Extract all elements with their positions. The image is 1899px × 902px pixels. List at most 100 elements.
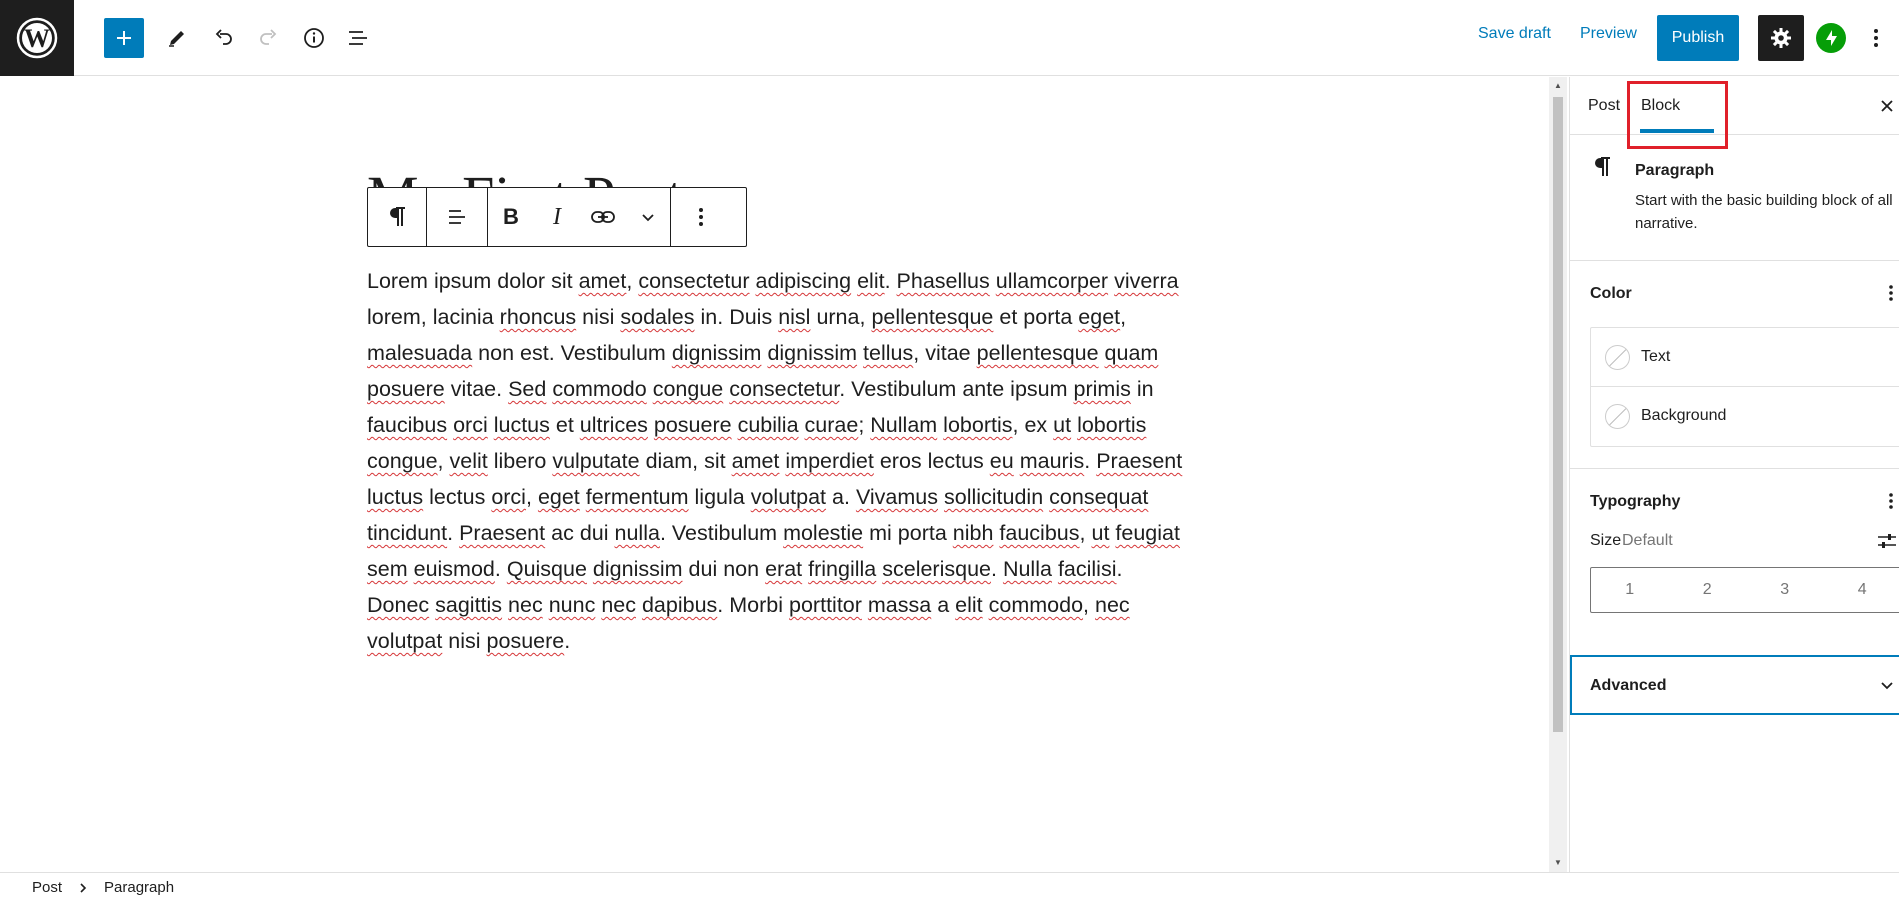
spellcheck-word[interactable]: consectetur <box>729 377 839 401</box>
editor-canvas[interactable]: My First Post B I Lorem ipsum dolor sit … <box>0 77 1549 872</box>
spellcheck-word[interactable]: ultrices <box>580 413 648 437</box>
spellcheck-word[interactable]: porttitor <box>789 593 862 617</box>
spellcheck-word[interactable]: posuere <box>367 377 445 401</box>
spellcheck-word[interactable]: Nulla <box>1003 557 1052 581</box>
spellcheck-word[interactable]: nisl <box>778 305 810 329</box>
spellcheck-word[interactable]: orci <box>453 413 488 437</box>
editor-scrollbar[interactable]: ▲ ▼ <box>1549 77 1567 872</box>
spellcheck-word[interactable]: viverra <box>1114 269 1179 293</box>
spellcheck-word[interactable]: rhoncus <box>500 305 577 329</box>
spellcheck-word[interactable]: cubilia <box>738 413 799 437</box>
spellcheck-word[interactable]: volutpat <box>751 485 826 509</box>
spellcheck-word[interactable]: dignissim <box>672 341 762 365</box>
spellcheck-word[interactable]: sagittis <box>435 593 502 617</box>
block-options-button[interactable] <box>671 188 731 246</box>
spellcheck-word[interactable]: facilisi <box>1058 557 1117 581</box>
spellcheck-word[interactable]: dapibus <box>642 593 717 617</box>
font-size-option[interactable]: 1 <box>1591 568 1669 612</box>
save-draft-button[interactable]: Save draft <box>1478 25 1551 43</box>
spellcheck-word[interactable]: commodo <box>989 593 1083 617</box>
spellcheck-word[interactable]: massa <box>868 593 931 617</box>
spellcheck-word[interactable]: pellentesque <box>871 305 993 329</box>
spellcheck-word[interactable]: volutpat <box>367 629 442 653</box>
breadcrumb-post[interactable]: Post <box>32 879 62 896</box>
spellcheck-word[interactable]: luctus <box>367 485 423 509</box>
italic-button[interactable]: I <box>534 188 580 246</box>
spellcheck-word[interactable]: pellentesque <box>977 341 1099 365</box>
wordpress-logo-button[interactable]: W <box>0 0 74 76</box>
spellcheck-word[interactable]: orci <box>491 485 526 509</box>
spellcheck-word[interactable]: euismod <box>414 557 495 581</box>
link-button[interactable] <box>580 188 626 246</box>
spellcheck-word[interactable]: curae <box>805 413 859 437</box>
spellcheck-word[interactable]: ut <box>1053 413 1071 437</box>
scroll-down-icon[interactable]: ▼ <box>1553 858 1563 868</box>
spellcheck-word[interactable]: Nullam <box>870 413 937 437</box>
spellcheck-word[interactable]: sem <box>367 557 408 581</box>
spellcheck-word[interactable]: amet <box>732 449 780 473</box>
spellcheck-word[interactable]: congue <box>367 449 438 473</box>
spellcheck-word[interactable]: quam <box>1105 341 1159 365</box>
spellcheck-word[interactable]: consectetur <box>638 269 749 293</box>
spellcheck-word[interactable]: nunc <box>549 593 596 617</box>
details-button[interactable] <box>294 18 334 58</box>
scrollbar-thumb[interactable] <box>1553 97 1563 732</box>
spellcheck-word[interactable]: faucibus <box>999 521 1079 545</box>
tools-button[interactable] <box>157 18 197 58</box>
custom-size-button[interactable] <box>1875 529 1899 553</box>
spellcheck-word[interactable]: fermentum <box>586 485 689 509</box>
breadcrumb-paragraph[interactable]: Paragraph <box>104 879 174 896</box>
undo-button[interactable] <box>203 18 243 58</box>
spellcheck-word[interactable]: tellus <box>863 341 913 365</box>
spellcheck-word[interactable]: Quisque <box>507 557 587 581</box>
spellcheck-word[interactable]: dignissim <box>767 341 857 365</box>
jetpack-button[interactable] <box>1816 23 1846 53</box>
spellcheck-word[interactable]: nec <box>1095 593 1130 617</box>
spellcheck-word[interactable]: scelerisque <box>882 557 991 581</box>
paragraph-block[interactable]: Lorem ipsum dolor sit amet, consectetur … <box>367 263 1187 659</box>
spellcheck-word[interactable]: Praesent <box>1096 449 1182 473</box>
options-menu-button[interactable] <box>1864 18 1888 58</box>
spellcheck-word[interactable]: lobortis <box>1077 413 1146 437</box>
settings-button[interactable] <box>1758 15 1804 61</box>
spellcheck-word[interactable]: elit <box>955 593 982 617</box>
color-item-text[interactable]: Text <box>1591 328 1899 387</box>
spellcheck-word[interactable]: posuere <box>654 413 732 437</box>
spellcheck-word[interactable]: Phasellus <box>897 269 990 293</box>
spellcheck-word[interactable]: vulputate <box>552 449 639 473</box>
block-type-button[interactable] <box>368 188 426 246</box>
color-item-background[interactable]: Background <box>1591 387 1899 446</box>
spellcheck-word[interactable]: molestie <box>783 521 863 545</box>
publish-button[interactable]: Publish <box>1657 15 1739 61</box>
spellcheck-word[interactable]: nulla <box>615 521 660 545</box>
spellcheck-word[interactable]: erat <box>765 557 802 581</box>
advanced-panel-toggle[interactable]: Advanced <box>1570 655 1899 715</box>
spellcheck-word[interactable]: nec <box>601 593 636 617</box>
spellcheck-word[interactable]: Donec <box>367 593 429 617</box>
spellcheck-word[interactable]: nec <box>508 593 543 617</box>
more-formatting-button[interactable] <box>626 188 670 246</box>
spellcheck-word[interactable]: tincidunt <box>367 521 447 545</box>
redo-button[interactable] <box>249 18 289 58</box>
spellcheck-word[interactable]: faucibus <box>367 413 447 437</box>
spellcheck-word[interactable]: lobortis <box>943 413 1012 437</box>
spellcheck-word[interactable]: elit <box>857 269 884 293</box>
spellcheck-word[interactable]: mauris <box>1020 449 1085 473</box>
spellcheck-word[interactable]: velit <box>450 449 488 473</box>
bold-button[interactable]: B <box>488 188 534 246</box>
spellcheck-word[interactable]: imperdiet <box>785 449 873 473</box>
spellcheck-word[interactable]: ut <box>1091 521 1109 545</box>
spellcheck-word[interactable]: eu <box>990 449 1014 473</box>
list-view-button[interactable] <box>338 18 378 58</box>
spellcheck-word[interactable]: Praesent <box>459 521 545 545</box>
spellcheck-word[interactable]: posuere <box>487 629 565 653</box>
spellcheck-word[interactable]: consequat <box>1049 485 1148 509</box>
align-button[interactable] <box>427 188 487 246</box>
scroll-up-icon[interactable]: ▲ <box>1553 81 1563 91</box>
font-size-option[interactable]: 2 <box>1669 568 1747 612</box>
typography-options-button[interactable] <box>1883 489 1899 513</box>
spellcheck-word[interactable]: Vivamus <box>856 485 938 509</box>
preview-button[interactable]: Preview <box>1580 25 1637 43</box>
spellcheck-word[interactable]: eget <box>538 485 580 509</box>
spellcheck-word[interactable]: fringilla <box>808 557 876 581</box>
